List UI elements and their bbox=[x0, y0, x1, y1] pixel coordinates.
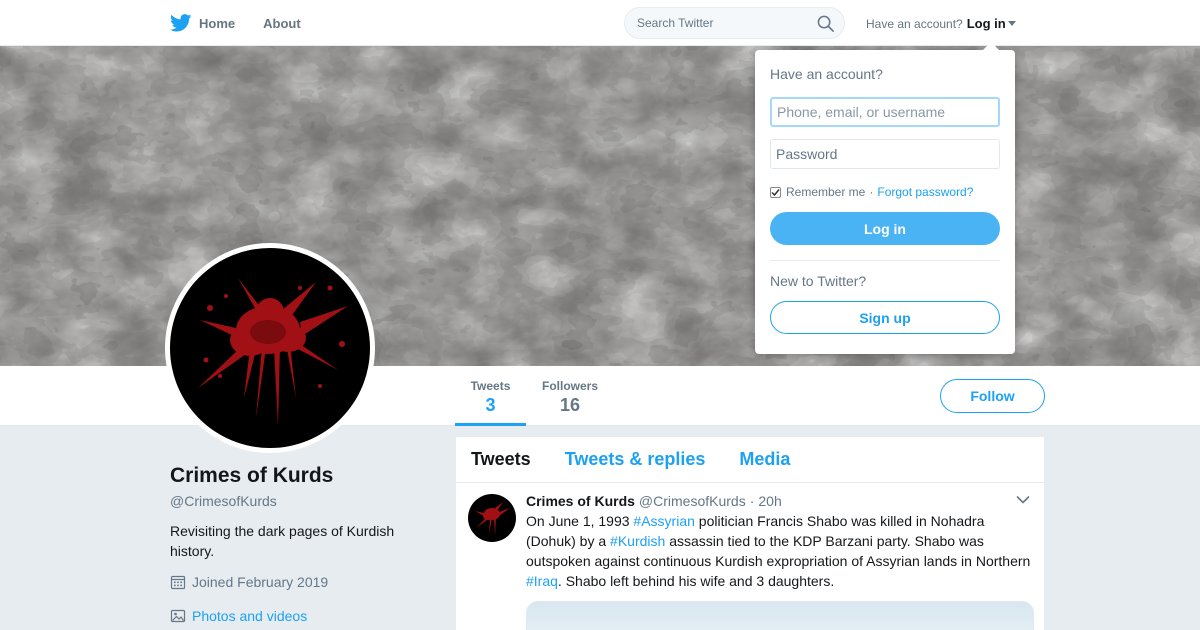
search-input[interactable] bbox=[625, 16, 805, 30]
tab-media[interactable]: Media bbox=[739, 449, 790, 470]
login-dropdown-title: Have an account? bbox=[770, 66, 883, 82]
nav-about-label: About bbox=[263, 15, 301, 31]
caret-down-icon[interactable] bbox=[1007, 21, 1016, 26]
password-input[interactable] bbox=[770, 139, 1000, 169]
signup-button[interactable]: Sign up bbox=[770, 301, 1000, 334]
top-navigation: Home About Have an account? Log in bbox=[0, 0, 1200, 46]
login-dropdown: Have an account? Remember me · Forgot pa… bbox=[755, 42, 1015, 354]
forgot-password-link[interactable]: Forgot password? bbox=[877, 185, 973, 199]
tweet-separator: · bbox=[749, 493, 755, 509]
login-submit-button[interactable]: Log in bbox=[770, 212, 1000, 245]
blood-splatter-avatar bbox=[170, 248, 370, 448]
tweet-avatar[interactable] bbox=[468, 494, 516, 542]
calendar-icon bbox=[170, 575, 186, 590]
photos-videos-label: Photos and videos bbox=[192, 608, 308, 624]
remember-me-label[interactable]: Remember me bbox=[786, 185, 865, 199]
hashtag-link[interactable]: #Iraq bbox=[526, 573, 558, 589]
stat-value: 3 bbox=[485, 395, 496, 415]
follow-button[interactable]: Follow bbox=[940, 379, 1045, 413]
nav-links: Home About bbox=[170, 0, 329, 46]
tweet-timestamp[interactable]: 20h bbox=[758, 493, 781, 509]
tweet-text-segment: On June 1, 1993 bbox=[526, 513, 634, 529]
tweet-text-segment: . Shabo left behind his wife and 3 daugh… bbox=[557, 573, 835, 589]
remember-separator: · bbox=[869, 185, 874, 199]
profile-avatar[interactable] bbox=[165, 243, 375, 453]
hashtag-link[interactable]: #Assyrian bbox=[633, 513, 694, 529]
twitter-bird-icon bbox=[170, 14, 192, 32]
search-icon[interactable] bbox=[817, 15, 834, 32]
tweet-author-handle[interactable]: @CrimesofKurds bbox=[639, 493, 746, 509]
account-prompt: Have an account? bbox=[866, 16, 963, 31]
checkbox-checked-icon[interactable] bbox=[770, 186, 781, 198]
tab-tweets[interactable]: Tweets bbox=[471, 449, 531, 470]
tweet-header: Crimes of Kurds @CrimesofKurds · 20h bbox=[526, 493, 1032, 509]
blood-splatter-avatar bbox=[468, 494, 516, 542]
profile-bio: Revisiting the dark pages of Kurdish his… bbox=[170, 523, 395, 559]
hashtag-link[interactable]: #Kurdish bbox=[610, 533, 665, 549]
stat-tweets[interactable]: Tweets 3 bbox=[455, 366, 526, 426]
new-to-twitter-prompt: New to Twitter? bbox=[770, 273, 867, 289]
nav-home-label: Home bbox=[199, 15, 236, 31]
chevron-down-icon[interactable] bbox=[1016, 495, 1030, 505]
timeline: Tweets Tweets & replies Media Crimes of … bbox=[456, 437, 1044, 630]
stat-followers[interactable]: Followers 16 bbox=[536, 366, 604, 426]
nav-home-link[interactable]: Home bbox=[170, 14, 235, 32]
stat-label: Tweets bbox=[470, 379, 511, 393]
tweet-author-name[interactable]: Crimes of Kurds bbox=[526, 493, 635, 509]
divider bbox=[770, 260, 1000, 261]
profile-card: Crimes of Kurds @CrimesofKurds Revisitin… bbox=[170, 464, 440, 624]
tweet[interactable]: Crimes of Kurds @CrimesofKurds · 20h On … bbox=[456, 483, 1044, 630]
tweet-media[interactable] bbox=[526, 601, 1034, 630]
remember-me-row: Remember me · Forgot password? bbox=[770, 185, 1000, 199]
nav-about-link[interactable]: About bbox=[263, 16, 301, 31]
profile-joined: Joined February 2019 bbox=[170, 574, 440, 590]
search-box bbox=[624, 7, 845, 39]
username-input[interactable] bbox=[770, 97, 1000, 127]
account-area: Have an account? Log in bbox=[866, 16, 1016, 31]
timeline-tabs: Tweets Tweets & replies Media bbox=[456, 437, 1044, 483]
stat-label: Followers bbox=[541, 379, 598, 393]
joined-date: Joined February 2019 bbox=[192, 574, 329, 590]
tab-tweets-replies[interactable]: Tweets & replies bbox=[565, 449, 706, 470]
profile-handle[interactable]: @CrimesofKurds bbox=[170, 493, 440, 509]
image-icon bbox=[170, 609, 186, 623]
profile-name[interactable]: Crimes of Kurds bbox=[170, 464, 440, 488]
stat-value: 16 bbox=[559, 395, 581, 415]
login-dropdown-toggle[interactable]: Log in bbox=[967, 16, 1006, 31]
photos-videos-link[interactable]: Photos and videos bbox=[170, 608, 440, 624]
tweet-text: On June 1, 1993 #Assyrian politician Fra… bbox=[526, 511, 1036, 591]
